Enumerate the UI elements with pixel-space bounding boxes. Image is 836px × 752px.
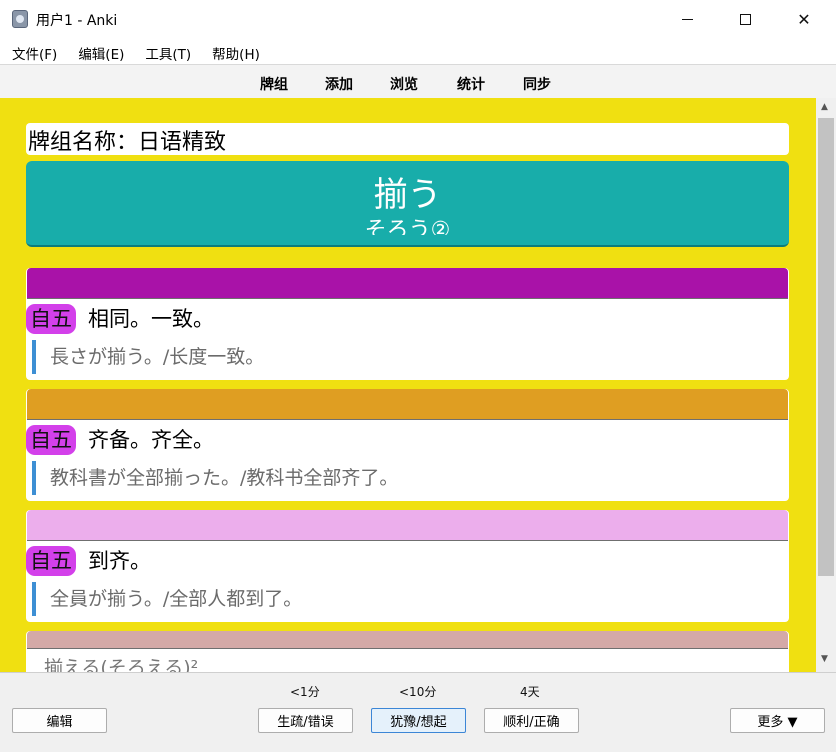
sense-color-bar <box>27 389 788 420</box>
hard-interval: <10分 <box>399 685 437 699</box>
scroll-thumb[interactable] <box>818 118 834 576</box>
again-button[interactable]: 生疏/错误 <box>258 708 353 733</box>
more-button[interactable]: 更多 ▼ <box>730 708 825 733</box>
sense-block: 自五 相同。一致。 長さが揃う。/长度一致。 <box>26 268 789 380</box>
sense-definition: 到齐。 <box>88 549 151 573</box>
section-color-bar <box>27 631 788 649</box>
sense-example: 教科書が全部揃った。/教科书全部齐了。 <box>32 461 398 495</box>
close-button[interactable]: ✕ <box>781 6 827 32</box>
window-title: 用户1 - Anki <box>36 13 118 29</box>
scroll-up-icon[interactable]: ▲ <box>821 102 828 112</box>
card-reading: そろう② <box>364 218 451 235</box>
maximize-icon <box>739 13 751 25</box>
sense-example: 長さが揃う。/长度一致。 <box>32 340 264 374</box>
sense-color-bar <box>27 510 788 541</box>
good-button[interactable]: 顺利/正确 <box>484 708 579 733</box>
menu-tools[interactable]: 工具(T) <box>145 38 191 64</box>
sense-example: 全員が揃う。/全部人都到了。 <box>32 582 302 616</box>
edit-button[interactable]: 编辑 <box>12 708 107 733</box>
toolbar-add[interactable]: 添加 <box>325 74 353 94</box>
toolbar-decks[interactable]: 牌组 <box>260 74 288 94</box>
card-word: 揃う <box>373 175 442 215</box>
menu-edit[interactable]: 编辑(E) <box>78 38 124 64</box>
anki-app-icon <box>12 10 28 28</box>
word-header: 揃う そろう② <box>26 161 789 247</box>
sense-block: 自五 到齐。 全員が揃う。/全部人都到了。 <box>26 510 789 622</box>
sense-definition: 齐备。齐全。 <box>88 428 214 452</box>
toolbar-stats[interactable]: 统计 <box>457 74 485 94</box>
main-toolbar: 牌组 添加 浏览 统计 同步 <box>0 64 836 98</box>
part-of-speech-tag: 自五 <box>26 546 76 576</box>
part-of-speech-tag: 自五 <box>26 425 76 455</box>
minimize-icon <box>681 18 693 20</box>
toolbar-sync[interactable]: 同步 <box>523 74 551 94</box>
answer-bar: 编辑 <1分 <10分 4天 生疏/错误 犹豫/想起 顺利/正确 更多 ▼ <box>0 672 836 752</box>
again-interval: <1分 <box>290 685 320 699</box>
menu-file[interactable]: 文件(F) <box>12 38 57 64</box>
menu-bar: 文件(F) 编辑(E) 工具(T) 帮助(H) <box>0 38 836 64</box>
deck-name: 牌组名称：日语精致 <box>26 123 789 155</box>
title-bar: 用户1 - Anki ✕ <box>0 0 836 38</box>
sense-block: 自五 齐备。齐全。 教科書が全部揃った。/教科书全部齐了。 <box>26 389 789 501</box>
hard-button[interactable]: 犹豫/想起 <box>371 708 466 733</box>
part-of-speech-tag: 自五 <box>26 304 76 334</box>
scroll-down-icon[interactable]: ▼ <box>821 654 828 664</box>
maximize-button[interactable] <box>722 6 768 32</box>
card-reviewer: 牌组名称：日语精致 揃う そろう② 自五 相同。一致。 長さが揃う。/长度一致。… <box>0 98 816 672</box>
sense-definition: 相同。一致。 <box>88 307 214 331</box>
toolbar-browse[interactable]: 浏览 <box>390 74 418 94</box>
next-section-text: 揃える(そろえる)² <box>44 657 199 672</box>
reviewer-scrollbar[interactable]: ▲ ▼ <box>816 98 836 672</box>
close-icon: ✕ <box>797 9 811 29</box>
good-interval: 4天 <box>520 685 540 699</box>
next-section-block: 揃える(そろえる)² <box>26 631 789 672</box>
sense-color-bar <box>27 268 788 299</box>
menu-help[interactable]: 帮助(H) <box>212 38 260 64</box>
minimize-button[interactable] <box>664 6 710 32</box>
